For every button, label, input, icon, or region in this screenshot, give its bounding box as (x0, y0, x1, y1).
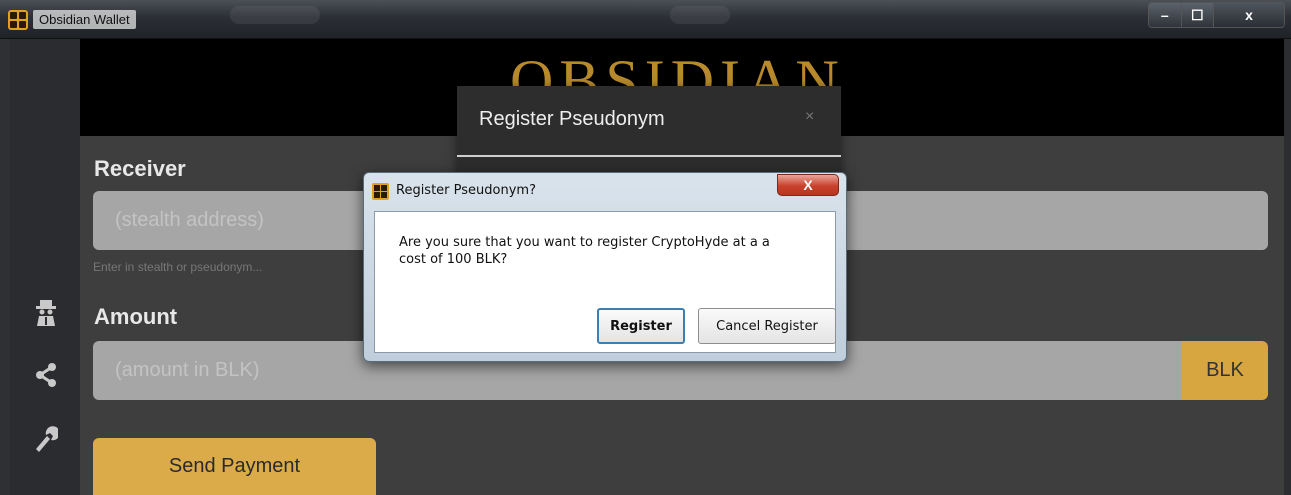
dialog-body: Are you sure that you want to register C… (374, 211, 836, 353)
modal-title: Register Pseudonym (479, 108, 665, 130)
amount-placeholder: (amount in BLK) (115, 359, 260, 381)
receiver-label: Receiver (94, 156, 186, 181)
modal-divider (457, 155, 841, 157)
window-title: Obsidian Wallet (33, 10, 136, 29)
amount-label: Amount (94, 304, 178, 329)
obsidian-app-icon (372, 183, 389, 200)
register-button[interactable]: Register (597, 308, 685, 344)
receiver-placeholder: (stealth address) (115, 209, 264, 231)
sidebar (10, 39, 80, 495)
obsidian-app-icon (8, 10, 28, 30)
window-right-border (1284, 39, 1291, 495)
close-window-button[interactable]: x (1214, 3, 1284, 27)
spy-icon[interactable] (34, 299, 58, 327)
wrench-icon[interactable] (34, 424, 60, 452)
modal-close-icon[interactable]: × (805, 108, 814, 126)
titlebar-blur (230, 6, 320, 24)
maximize-button[interactable]: ☐ (1181, 3, 1215, 27)
share-icon[interactable] (34, 361, 58, 389)
dialog-title: Register Pseudonym? (396, 183, 536, 198)
cancel-register-button[interactable]: Cancel Register (698, 308, 836, 344)
window-controls: – ☐ x (1148, 2, 1285, 28)
receiver-hint: Enter in stealth or pseudonym... (93, 260, 263, 274)
dialog-message: Are you sure that you want to register C… (399, 235, 770, 267)
titlebar-blur (670, 6, 730, 24)
send-payment-button[interactable]: Send Payment (93, 438, 376, 495)
dialog-close-button[interactable]: X (777, 174, 839, 196)
window-titlebar[interactable]: Obsidian Wallet – ☐ x (0, 0, 1291, 39)
minimize-button[interactable]: – (1149, 3, 1182, 27)
confirm-dialog: Register Pseudonym? X Are you sure that … (363, 172, 847, 362)
currency-unit-badge: BLK (1182, 341, 1268, 400)
window-left-border (0, 39, 10, 495)
